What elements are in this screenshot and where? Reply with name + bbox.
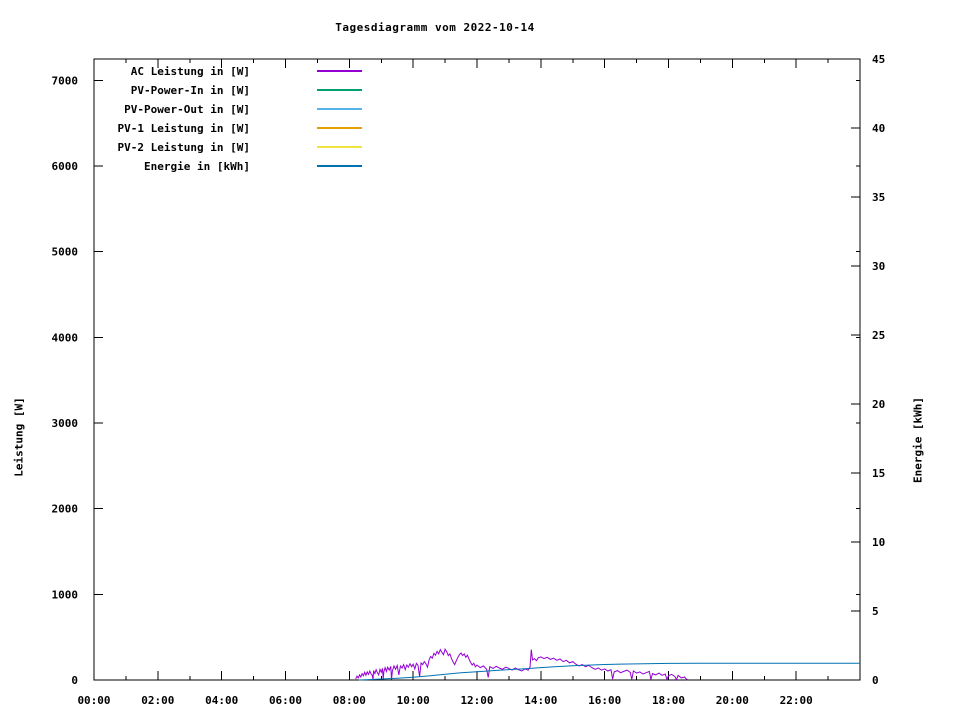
legend-label: PV-2 Leistung in [W]	[118, 141, 250, 154]
y-left-tick-label: 7000	[52, 74, 79, 87]
y-right-tick-label: 10	[872, 536, 885, 549]
y-right-tick-label: 0	[872, 674, 879, 687]
series-curve	[355, 648, 689, 681]
legend-label: PV-1 Leistung in [W]	[118, 122, 250, 135]
chart-canvas: Tagesdiagramm vom 2022-10-14 Leistung [W…	[0, 0, 960, 720]
y-axis-right-label: Energie [kWh]	[911, 396, 925, 484]
y-right-tick-label: 25	[872, 329, 885, 342]
x-tick-label: 14:00	[524, 694, 557, 707]
x-tick-label: 10:00	[397, 694, 430, 707]
chart-title: Tagesdiagramm vom 2022-10-14	[335, 21, 535, 34]
x-tick-label: 16:00	[588, 694, 621, 707]
x-tick-label: 00:00	[77, 694, 110, 707]
legend-label: AC Leistung in [W]	[131, 65, 250, 78]
y-left-tick-label: 0	[71, 674, 78, 687]
y-right-tick-label: 35	[872, 191, 885, 204]
x-tick-label: 12:00	[460, 694, 493, 707]
y-left-tick-label: 2000	[52, 503, 79, 516]
y-left-tick-label: 3000	[52, 417, 79, 430]
x-tick-label: 20:00	[716, 694, 749, 707]
x-tick-label: 02:00	[141, 694, 174, 707]
y-axis-left-label: Leistung [W]	[12, 397, 26, 477]
y-right-tick-label: 20	[872, 398, 885, 411]
y-left-tick-label: 4000	[52, 331, 79, 344]
y-right-tick-label: 45	[872, 53, 885, 66]
x-tick-label: 18:00	[652, 694, 685, 707]
x-tick-label: 08:00	[333, 694, 366, 707]
x-tick-label: 04:00	[205, 694, 238, 707]
y-left-tick-label: 1000	[52, 588, 79, 601]
series-curve	[358, 662, 860, 681]
y-left-tick-label: 6000	[52, 160, 79, 173]
y-left-tick-label: 5000	[52, 246, 79, 259]
legend-label: PV-Power-In in [W]	[131, 84, 250, 97]
x-tick-label: 06:00	[269, 694, 302, 707]
legend-label: PV-Power-Out in [W]	[124, 103, 250, 116]
y-right-tick-label: 15	[872, 467, 885, 480]
y-right-tick-label: 30	[872, 260, 885, 273]
y-right-tick-label: 5	[872, 605, 879, 618]
plot-svg: 00:00 02:00 04:00 06:00 08:00 10:00 12:00 14:00…	[52, 53, 886, 707]
x-tick-label: 22:00	[780, 694, 813, 707]
legend-label: Energie in [kWh]	[144, 160, 250, 173]
y-right-tick-label: 40	[872, 122, 885, 135]
